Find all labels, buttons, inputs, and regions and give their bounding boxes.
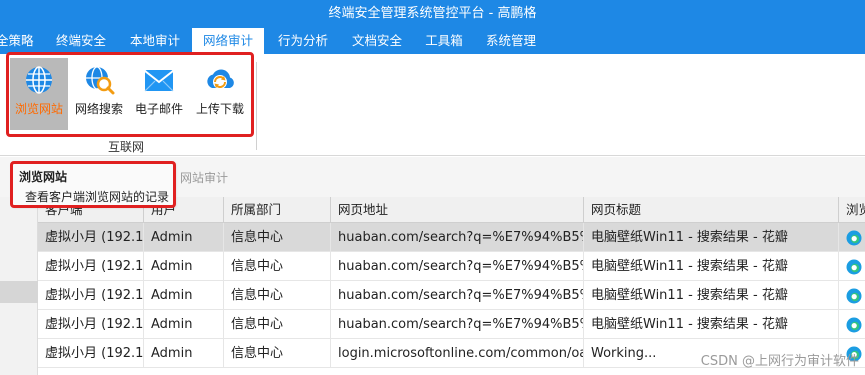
menu-item-behavior-analysis[interactable]: 行为分析 (268, 28, 338, 54)
table-row[interactable]: 虚拟小月 (192.1... Admin 信息中心 huaban.com/sea… (38, 252, 865, 281)
menu-item-toolbox[interactable]: 工具箱 (416, 28, 472, 54)
window-title: 终端安全管理系统管控平台 - 高鹏格 (328, 6, 537, 21)
cell-client: 虚拟小月 (192.1... (38, 223, 144, 252)
table-row[interactable]: 虚拟小月 (192.1... Admin 信息中心 huaban.com/sea… (38, 223, 865, 252)
cell-url: huaban.com/search?q=%E7%94%B5%E... (331, 252, 584, 281)
envelope-icon (144, 70, 174, 92)
menu-item-document-security[interactable]: 文档安全 (342, 28, 412, 54)
ribbon-group-label: 互联网 (108, 140, 145, 154)
cell-browser (839, 252, 865, 281)
upload-download-button[interactable]: 上传下载 (191, 58, 249, 130)
cell-page-title: 电脑壁纸Win11 - 搜索结果 - 花瓣 (584, 281, 839, 310)
table-row[interactable]: 虚拟小月 (192.1... Admin 信息中心 huaban.com/sea… (38, 281, 865, 310)
globe-search-icon (86, 66, 115, 95)
watermark-text: CSDN @上网行为审计软件 (700, 354, 859, 369)
menu-item-system-management[interactable]: 系统管理 (476, 28, 546, 54)
cell-browser (839, 281, 865, 310)
browse-websites-tooltip: 浏览网站 查看客户端浏览网站的记录 (12, 163, 174, 206)
cell-client: 虚拟小月 (192.1... (38, 252, 144, 281)
cloud-sync-icon (207, 69, 234, 89)
cell-department: 信息中心 (224, 281, 331, 310)
globe-icon (26, 66, 52, 94)
edge-icon (846, 317, 862, 333)
cell-user: Admin (144, 252, 224, 281)
email-button[interactable]: 电子邮件 (130, 58, 188, 130)
cell-page-title: 电脑壁纸Win11 - 搜索结果 - 花瓣 (584, 252, 839, 281)
edge-icon (846, 259, 862, 275)
tooltip-description: 查看客户端浏览网站的记录 (25, 190, 170, 204)
cell-user: Admin (144, 310, 224, 339)
cell-department: 信息中心 (224, 339, 331, 368)
cell-browser (839, 310, 865, 339)
ribbon-group-separator (256, 62, 257, 150)
menu-item-network-audit[interactable]: 网络审计 (192, 28, 264, 54)
web-search-label: 网络搜索 (74, 102, 123, 116)
column-header-page-title[interactable]: 网页标题 (584, 197, 839, 223)
ribbon: 浏览网站 网络搜索 电子邮件 上传下载 互联网 (0, 54, 865, 156)
cell-url: huaban.com/search?q=%E7%94%B5%E... (331, 281, 584, 310)
cell-client: 虚拟小月 (192.1... (38, 281, 144, 310)
cell-client: 虚拟小月 (192.1... (38, 339, 144, 368)
cell-client: 虚拟小月 (192.1... (38, 310, 144, 339)
menu-bar: 全策略 终端安全 本地审计 网络审计 行为分析 文档安全 工具箱 系统管理 (0, 28, 865, 54)
browse-websites-label: 浏览网站 (14, 102, 63, 116)
cell-url: huaban.com/search?q=%E7%94%B5%E... (331, 310, 584, 339)
edge-icon (846, 288, 862, 304)
cell-user: Admin (144, 223, 224, 252)
web-search-button[interactable]: 网络搜索 (70, 58, 128, 130)
column-header-department[interactable]: 所属部门 (224, 197, 331, 223)
email-label: 电子邮件 (134, 102, 183, 116)
records-table: 客户端 用户 所属部门 网页地址 网页标题 浏览 虚拟小月 (192.1... … (38, 197, 865, 375)
cell-department: 信息中心 (224, 252, 331, 281)
cell-department: 信息中心 (224, 223, 331, 252)
browse-websites-button[interactable]: 浏览网站 (10, 58, 68, 130)
menu-item-policy[interactable]: 全策略 (0, 28, 40, 54)
cell-page-title: 电脑壁纸Win11 - 搜索结果 - 花瓣 (584, 310, 839, 339)
left-panel[interactable] (0, 197, 38, 375)
column-header-browser[interactable]: 浏览 (839, 197, 865, 223)
menu-item-terminal-security[interactable]: 终端安全 (46, 28, 116, 54)
left-panel-selected-item[interactable] (0, 281, 38, 303)
title-bar: 终端安全管理系统管控平台 - 高鹏格 (0, 0, 865, 28)
edge-icon (846, 230, 862, 246)
table-row[interactable]: 虚拟小月 (192.1... Admin 信息中心 huaban.com/sea… (38, 310, 865, 339)
cell-user: Admin (144, 281, 224, 310)
cell-url: huaban.com/search?q=%E7%94%B5%E... (331, 223, 584, 252)
column-header-url[interactable]: 网页地址 (331, 197, 584, 223)
tooltip-title: 浏览网站 (19, 170, 68, 184)
upload-download-label: 上传下载 (195, 102, 244, 116)
cell-user: Admin (144, 339, 224, 368)
cell-department: 信息中心 (224, 310, 331, 339)
cell-browser (839, 223, 865, 252)
app-window: 终端安全管理系统管控平台 - 高鹏格 全策略 终端安全 本地审计 网络审计 行为… (0, 0, 865, 375)
menu-item-local-audit[interactable]: 本地审计 (120, 28, 190, 54)
sub-toolbar-title: 网站审计 (180, 171, 229, 185)
cell-page-title: 电脑壁纸Win11 - 搜索结果 - 花瓣 (584, 223, 839, 252)
cell-url: login.microsoftonline.com/common/oau... (331, 339, 584, 368)
